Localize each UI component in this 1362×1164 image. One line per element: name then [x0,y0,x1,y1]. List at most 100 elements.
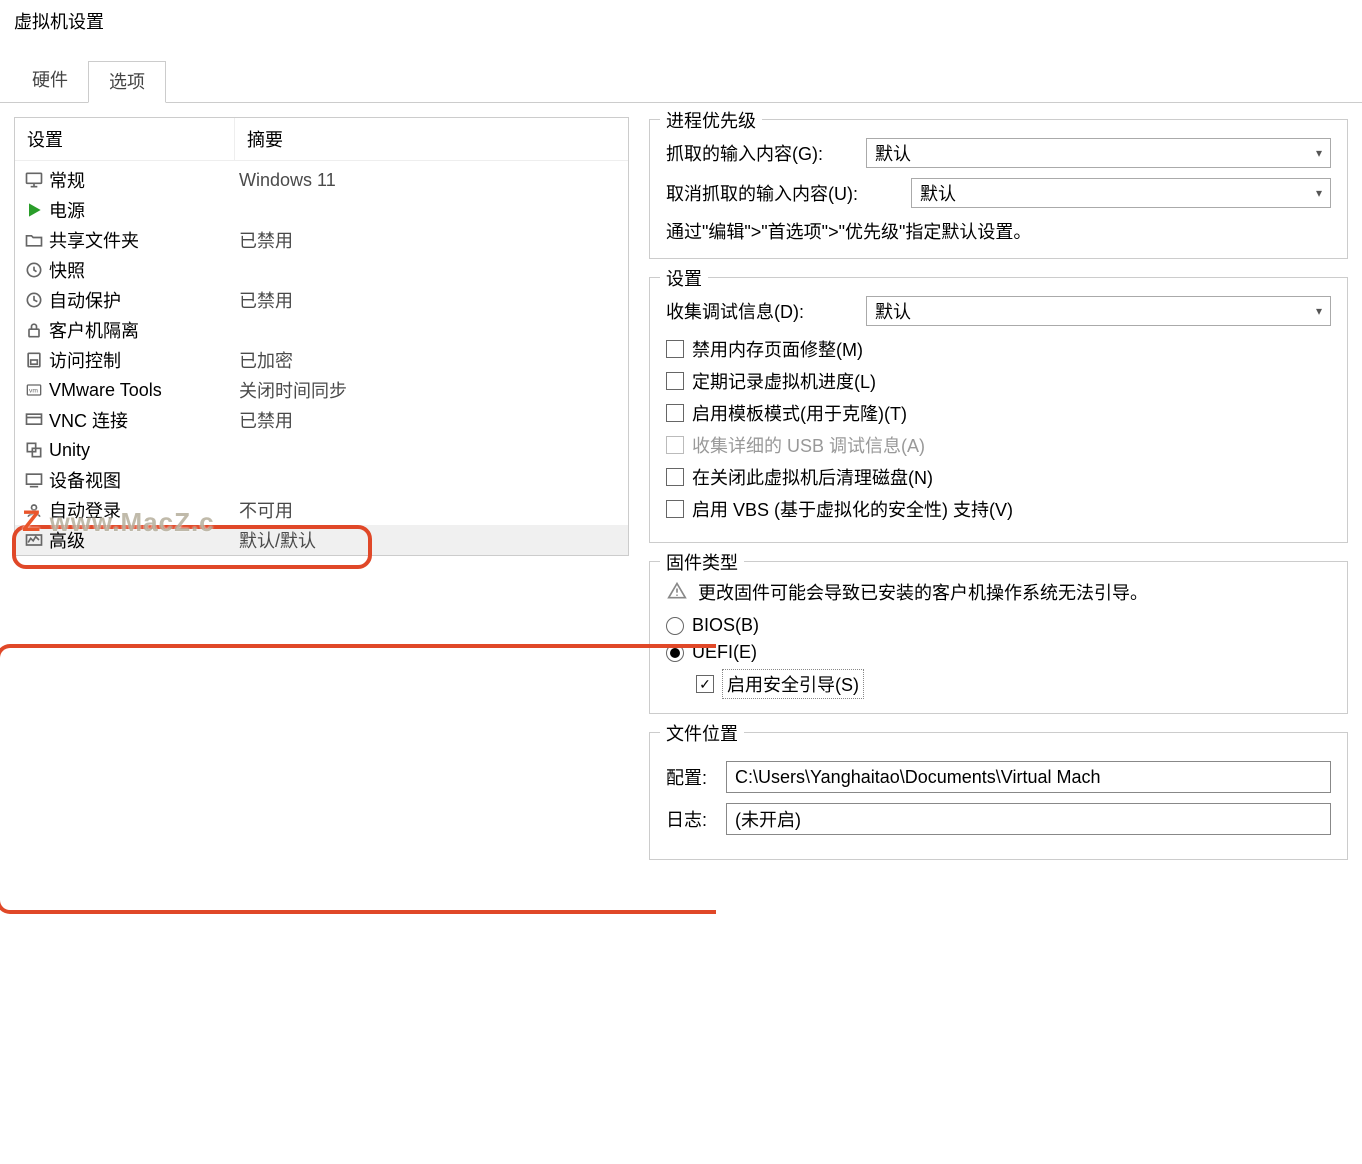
chevron-down-icon: ▾ [1316,146,1322,160]
play-icon [15,200,47,220]
row-auto-protect[interactable]: 自动保护 已禁用 [15,285,628,315]
settings-list: 设置 摘要 常规 Windows 11 电源 共享文件夹 已禁用 [14,117,629,556]
row-summary: 默认/默认 [235,527,628,553]
checkbox-label: 启用模板模式(用于克隆)(T) [692,400,907,426]
settings-list-header: 设置 摘要 [15,118,628,161]
window-title: 虚拟机设置 [0,0,1362,42]
column-setting[interactable]: 设置 [15,118,235,161]
row-summary: 已加密 [235,347,628,373]
label-config-path: 配置: [666,764,716,790]
row-label: 高级 [47,527,235,553]
row-label: 客户机隔离 [47,317,235,343]
select-value: 默认 [920,180,956,206]
snapshot-icon [15,260,47,280]
row-vnc[interactable]: VNC 连接 已禁用 [15,405,628,435]
row-label: 访问控制 [47,347,235,373]
priority-hint: 通过"编辑">"首选项">"优先级"指定默认设置。 [666,218,1331,244]
device-view-icon [15,470,47,490]
row-summary: Windows 11 [235,170,628,191]
select-value: 默认 [875,298,911,324]
row-unity[interactable]: Unity [15,435,628,465]
checkbox-label: 收集详细的 USB 调试信息(A) [692,432,925,458]
group-title: 文件位置 [660,720,744,746]
vmtools-icon: vm [15,380,47,400]
label-debug-info: 收集调试信息(D): [666,298,856,324]
checkbox-label: 启用安全引导(S) [722,669,864,699]
row-vmware-tools[interactable]: vm VMware Tools 关闭时间同步 [15,375,628,405]
row-summary: 不可用 [235,497,628,523]
row-summary: 已禁用 [235,407,628,433]
label-grabbed-input: 抓取的输入内容(G): [666,140,856,166]
firmware-warning: 更改固件可能会导致已安装的客户机操作系统无法引导。 [698,580,1148,607]
input-config-path[interactable]: C:\Users\Yanghaitao\Documents\Virtual Ma… [726,761,1331,793]
group-process-priority: 进程优先级 抓取的输入内容(G): 默认 ▾ 取消抓取的输入内容(U): 默认 … [649,119,1348,259]
label-log-path: 日志: [666,806,716,832]
checkbox-enable-vbs[interactable] [666,500,684,518]
checkbox-label: 在关闭此虚拟机后清理磁盘(N) [692,464,933,490]
chevron-down-icon: ▾ [1316,186,1322,200]
label-ungrabbed-input: 取消抓取的输入内容(U): [666,180,901,206]
row-device-view[interactable]: 设备视图 [15,465,628,495]
group-firmware: 固件类型 更改固件可能会导致已安装的客户机操作系统无法引导。 BIOS(B) U… [649,561,1348,714]
row-auto-login[interactable]: 自动登录 不可用 [15,495,628,525]
settings-list-body: 常规 Windows 11 电源 共享文件夹 已禁用 快照 [15,161,628,555]
folder-share-icon [15,230,47,250]
row-label: 设备视图 [47,467,235,493]
checkbox-secure-boot[interactable] [696,675,714,693]
select-ungrabbed-priority[interactable]: 默认 ▾ [911,178,1331,208]
right-panel: 进程优先级 抓取的输入内容(G): 默认 ▾ 取消抓取的输入内容(U): 默认 … [649,117,1348,860]
select-grabbed-priority[interactable]: 默认 ▾ [866,138,1331,168]
row-advanced[interactable]: 高级 默认/默认 [15,525,628,555]
group-title: 设置 [660,265,708,291]
row-label: VNC 连接 [47,407,235,433]
input-log-path[interactable]: (未开启) [726,803,1331,835]
lock-icon [15,320,47,340]
tab-bar: 硬件 选项 [0,60,1362,103]
svg-text:vm: vm [29,388,38,395]
group-title: 固件类型 [660,549,744,575]
row-shared-folders[interactable]: 共享文件夹 已禁用 [15,225,628,255]
row-power[interactable]: 电源 [15,195,628,225]
checkbox-label: 禁用内存页面修整(M) [692,336,863,362]
group-file-location: 文件位置 配置: C:\Users\Yanghaitao\Documents\V… [649,732,1348,860]
monitor-icon [15,170,47,190]
row-summary: 关闭时间同步 [235,377,628,403]
radio-label: UEFI(E) [692,642,757,663]
radio-label: BIOS(B) [692,615,759,636]
row-label: Unity [47,440,235,461]
warning-icon [666,580,688,602]
row-snapshot[interactable]: 快照 [15,255,628,285]
row-summary: 已禁用 [235,287,628,313]
row-access-control[interactable]: 访问控制 已加密 [15,345,628,375]
radio-uefi[interactable] [666,644,684,662]
row-label: 快照 [47,257,235,283]
group-settings: 设置 收集调试信息(D): 默认 ▾ 禁用内存页面修整(M) 定期记录虚拟机进度… [649,277,1348,543]
autologin-icon [15,500,47,520]
select-value: 默认 [875,140,911,166]
row-label: 常规 [47,167,235,193]
row-summary: 已禁用 [235,227,628,253]
row-guest-isolation[interactable]: 客户机隔离 [15,315,628,345]
chevron-down-icon: ▾ [1316,304,1322,318]
checkbox-cleanup-disk[interactable] [666,468,684,486]
unity-icon [15,440,47,460]
tab-hardware[interactable]: 硬件 [12,60,88,102]
tab-options[interactable]: 选项 [88,61,166,103]
checkbox-log-progress[interactable] [666,372,684,390]
row-general[interactable]: 常规 Windows 11 [15,165,628,195]
vnc-icon [15,410,47,430]
checkbox-usb-debug [666,436,684,454]
row-label: 共享文件夹 [47,227,235,253]
row-label: VMware Tools [47,380,235,401]
checkbox-template-mode[interactable] [666,404,684,422]
clock-icon [15,290,47,310]
column-summary[interactable]: 摘要 [235,118,628,161]
select-debug-info[interactable]: 默认 ▾ [866,296,1331,326]
checkbox-label: 定期记录虚拟机进度(L) [692,368,876,394]
radio-bios[interactable] [666,617,684,635]
shield-icon [15,350,47,370]
checkbox-disable-mem-trim[interactable] [666,340,684,358]
row-label: 自动保护 [47,287,235,313]
checkbox-label: 启用 VBS (基于虚拟化的安全性) 支持(V) [692,496,1013,522]
row-label: 电源 [47,197,235,223]
